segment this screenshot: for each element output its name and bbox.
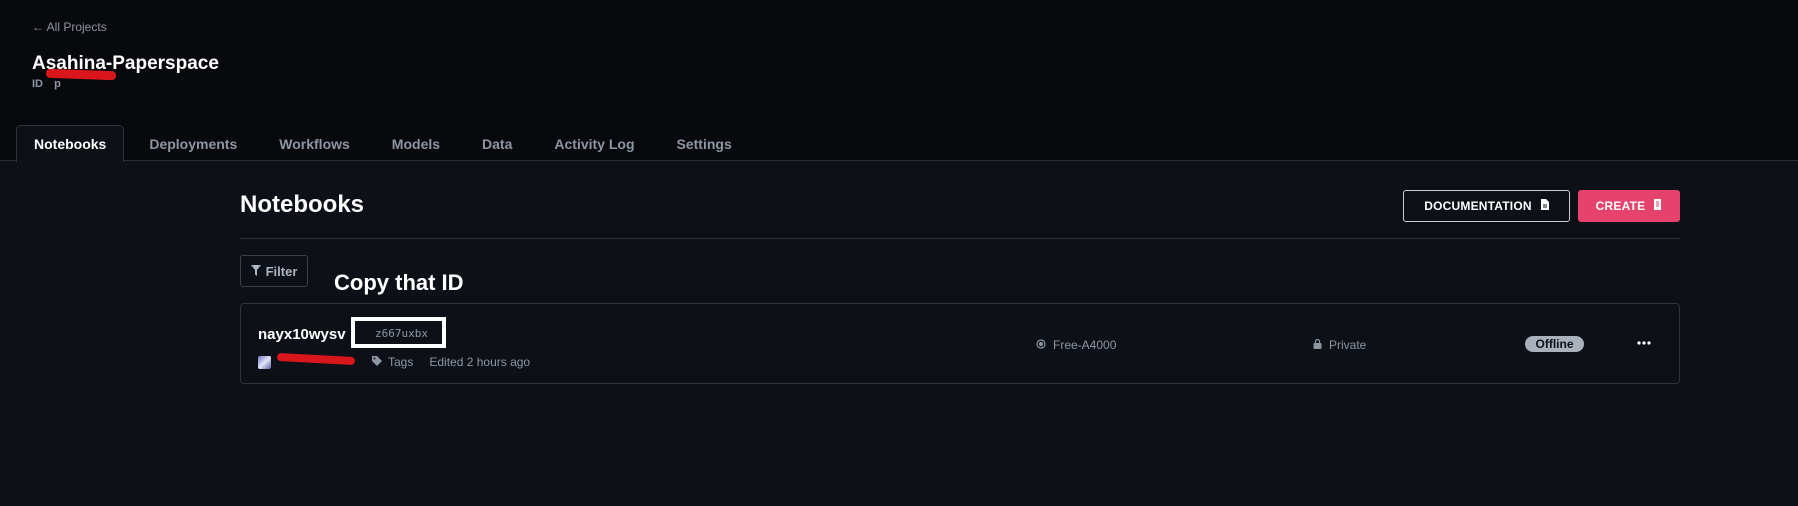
tab-deployments[interactable]: Deployments xyxy=(132,125,254,162)
documentation-button[interactable]: DOCUMENTATION xyxy=(1403,190,1570,222)
gpu-icon xyxy=(1036,338,1046,352)
tags-label: Tags xyxy=(388,355,414,369)
visibility-label: Private xyxy=(1329,338,1367,352)
tag-icon xyxy=(372,355,382,369)
tab-activity-log[interactable]: Activity Log xyxy=(537,125,651,162)
documentation-label: DOCUMENTATION xyxy=(1424,199,1532,213)
create-button[interactable]: CREATE xyxy=(1578,190,1680,222)
create-label: CREATE xyxy=(1595,199,1646,213)
edited-time: Edited 2 hours ago xyxy=(429,355,531,369)
filter-button[interactable]: Filter xyxy=(240,255,308,287)
more-icon[interactable] xyxy=(1632,332,1656,354)
tags-link[interactable]: Tags xyxy=(372,355,413,369)
filter-icon xyxy=(250,264,261,279)
tab-settings[interactable]: Settings xyxy=(660,125,749,162)
tab-data[interactable]: Data xyxy=(465,125,529,162)
project-id-value: p xyxy=(54,78,61,90)
filter-label: Filter xyxy=(265,263,298,279)
notebook-name[interactable]: nayx10wysv xyxy=(258,326,346,343)
lock-icon xyxy=(1313,338,1322,352)
tab-workflows[interactable]: Workflows xyxy=(262,125,367,162)
project-tabs: Notebooks Deployments Workflows Models D… xyxy=(16,125,757,162)
notebook-id-highlight: z667uxbx xyxy=(351,317,446,348)
title-divider xyxy=(240,238,1680,239)
page-title: Notebooks xyxy=(240,191,365,218)
tab-notebooks[interactable]: Notebooks xyxy=(16,125,125,162)
machine-type: Free-A4000 xyxy=(1036,338,1116,352)
create-icon xyxy=(1653,199,1662,213)
notebook-id[interactable]: z667uxbx xyxy=(375,327,428,340)
status-badge: Offline xyxy=(1525,336,1584,352)
project-header: ← All Projects Asahina-Paperspace ID p N… xyxy=(0,0,1798,162)
notebook-row[interactable]: nayx10wysv z667uxbx Tags Edited 2 hours … xyxy=(240,303,1680,384)
machine-label: Free-A4000 xyxy=(1053,338,1117,352)
project-id-label: ID xyxy=(32,78,43,90)
all-projects-link[interactable]: ← All Projects xyxy=(32,20,107,34)
project-id: ID p xyxy=(32,78,61,90)
tab-models[interactable]: Models xyxy=(375,125,457,162)
annotation-text: Copy that ID xyxy=(334,270,464,295)
avatar xyxy=(258,355,271,369)
document-icon xyxy=(1540,199,1549,213)
visibility: Private xyxy=(1313,338,1366,352)
